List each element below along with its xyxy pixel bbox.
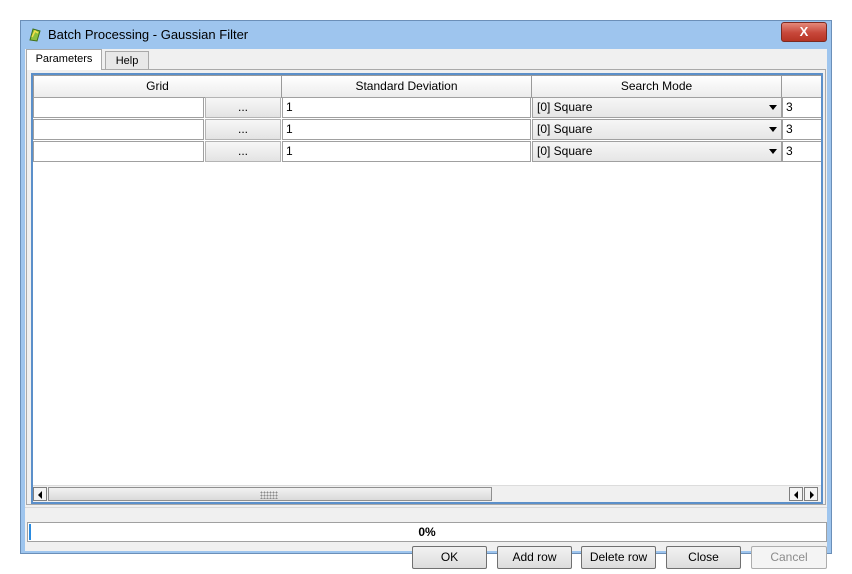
radius-input-row-3[interactable]: 3 (782, 141, 821, 162)
batch-processing-window: Batch Processing - Gaussian Filter X Par… (20, 20, 832, 569)
arrow-right-icon (810, 491, 814, 499)
column-header-grid[interactable]: Grid (33, 75, 282, 98)
close-button[interactable]: Close (666, 546, 741, 569)
window-close-button[interactable]: X (781, 22, 827, 42)
browse-button-row-3[interactable]: ... (205, 141, 281, 162)
std-dev-input-row-1[interactable]: 1 (282, 97, 531, 118)
status-strip (25, 507, 827, 521)
scroll-left-button-end[interactable] (789, 487, 803, 501)
search-mode-value: [0] Square (537, 144, 593, 158)
chevron-down-icon (769, 149, 777, 154)
search-mode-value: [0] Square (537, 122, 593, 136)
chevron-down-icon (769, 105, 777, 110)
search-mode-combo-row-3[interactable]: [0] Square (532, 141, 782, 162)
tab-parameters[interactable]: Parameters (26, 49, 102, 70)
parameters-pane: Grid Standard Deviation Search Mode ... … (26, 69, 826, 505)
radius-input-row-1[interactable]: 3 (782, 97, 821, 118)
delete-row-button[interactable]: Delete row (581, 546, 656, 569)
add-row-button[interactable]: Add row (497, 546, 572, 569)
chevron-down-icon (769, 127, 777, 132)
column-header-search-mode[interactable]: Search Mode (531, 75, 782, 98)
window-title: Batch Processing - Gaussian Filter (48, 27, 249, 42)
horizontal-scrollbar[interactable] (33, 485, 821, 502)
std-dev-input-row-2[interactable]: 1 (282, 119, 531, 140)
arrow-left-icon (38, 491, 42, 499)
grid-input-row-3[interactable] (33, 141, 204, 162)
grip-icon (260, 491, 278, 499)
progress-bar: 0% (27, 522, 827, 542)
browse-button-row-2[interactable]: ... (205, 119, 281, 140)
search-mode-value: [0] Square (537, 100, 593, 114)
scroll-right-button[interactable] (804, 487, 818, 501)
title-bar[interactable]: Batch Processing - Gaussian Filter X (21, 21, 831, 49)
std-dev-input-row-3[interactable]: 1 (282, 141, 531, 162)
grid-input-row-1[interactable] (33, 97, 204, 118)
search-mode-combo-row-2[interactable]: [0] Square (532, 119, 782, 140)
progress-fill (29, 524, 31, 540)
qgis-app-icon (29, 28, 41, 42)
scrollbar-thumb[interactable] (48, 487, 492, 501)
scroll-left-button[interactable] (33, 487, 47, 501)
progress-text: 0% (418, 525, 436, 539)
arrow-left-icon (794, 491, 798, 499)
ok-button[interactable]: OK (412, 546, 487, 569)
cancel-button: Cancel (751, 546, 827, 569)
column-header-standard-deviation[interactable]: Standard Deviation (281, 75, 532, 98)
grid-input-row-2[interactable] (33, 119, 204, 140)
batch-table: Grid Standard Deviation Search Mode ... … (31, 73, 823, 504)
column-header-radius[interactable] (781, 75, 821, 98)
tab-help[interactable]: Help (105, 51, 149, 70)
radius-input-row-2[interactable]: 3 (782, 119, 821, 140)
search-mode-combo-row-1[interactable]: [0] Square (532, 97, 782, 118)
dialog-body: Parameters Help Grid Standard Deviation … (25, 49, 827, 569)
browse-button-row-1[interactable]: ... (205, 97, 281, 118)
